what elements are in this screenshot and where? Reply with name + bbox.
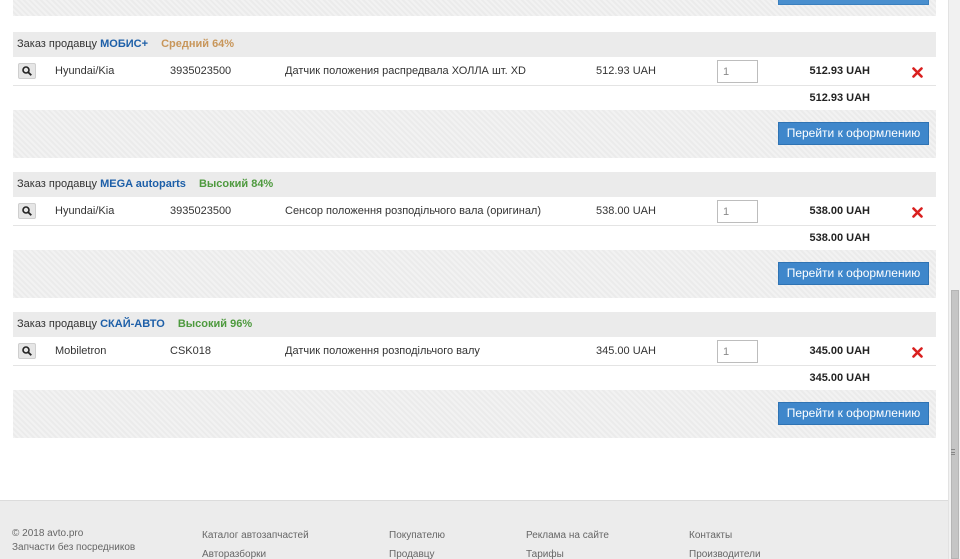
footer-link-contacts[interactable]: Контакты xyxy=(689,530,732,541)
previous-order-footer xyxy=(13,0,936,16)
seller-rating: Высокий 96% xyxy=(177,318,253,330)
item-brand: Hyundai/Kia xyxy=(55,205,115,217)
order-actions: Перейти к оформлению xyxy=(13,390,936,438)
item-brand: Hyundai/Kia xyxy=(55,65,115,77)
order-sum-row: 538.00 UAH xyxy=(13,226,936,250)
quantity-input[interactable] xyxy=(717,340,758,363)
quantity-input[interactable] xyxy=(717,60,758,83)
previous-checkout-button[interactable] xyxy=(778,0,929,5)
table-row: Hyundai/Kia 3935023500 Сенсор положення … xyxy=(13,197,936,226)
order-prefix: Заказ продавцу xyxy=(17,318,98,330)
cart-page: Заказ продавцу МОБИС+ Средний 64% Hyunda… xyxy=(0,0,948,559)
item-description: Сенсор положення розподільчого вала (ори… xyxy=(285,205,542,217)
item-price: 512.93 UAH xyxy=(596,65,656,77)
checkout-button[interactable]: Перейти к оформлению xyxy=(778,262,929,285)
seller-rating: Высокий 84% xyxy=(198,178,274,190)
order-actions: Перейти к оформлению xyxy=(13,110,936,158)
search-button[interactable] xyxy=(18,343,36,359)
search-button[interactable] xyxy=(18,63,36,79)
item-brand: Mobiletron xyxy=(55,345,107,357)
search-icon xyxy=(22,346,32,356)
item-description: Датчик положения распредвала ХОЛЛА шт. X… xyxy=(285,65,526,77)
remove-icon xyxy=(911,66,923,78)
footer-link-buyer[interactable]: Покупателю xyxy=(389,530,445,541)
order-sum-row: 345.00 UAH xyxy=(13,366,936,390)
order-prefix: Заказ продавцу xyxy=(17,38,98,50)
seller-link[interactable]: MEGA autoparts xyxy=(100,178,186,190)
order-sum: 512.93 UAH xyxy=(809,92,870,104)
vertical-scrollbar[interactable] xyxy=(948,0,960,559)
search-button[interactable] xyxy=(18,203,36,219)
footer-link-tariffs[interactable]: Тарифы xyxy=(526,549,564,559)
checkout-button[interactable]: Перейти к оформлению xyxy=(778,122,929,145)
site-footer: © 2018 avto.pro Запчасти без посредников… xyxy=(0,500,948,559)
item-total: 345.00 UAH xyxy=(809,345,870,357)
item-total: 538.00 UAH xyxy=(809,205,870,217)
order-sum: 538.00 UAH xyxy=(809,232,870,244)
seller-link[interactable]: СКАЙ-АВТО xyxy=(100,318,165,330)
scrollbar-thumb[interactable] xyxy=(951,290,959,559)
order-header: Заказ продавцу МОБИС+ Средний 64% xyxy=(13,32,936,57)
checkout-button[interactable]: Перейти к оформлению xyxy=(778,402,929,425)
footer-copyright: © 2018 avto.pro xyxy=(12,528,84,539)
footer-link-catalog[interactable]: Каталог автозапчастей xyxy=(202,530,309,541)
footer-link-seller[interactable]: Продавцу xyxy=(389,549,435,559)
remove-button[interactable] xyxy=(910,205,924,219)
scrollbar-grip-icon xyxy=(951,449,955,455)
order-prefix: Заказ продавцу xyxy=(17,178,98,190)
order-actions: Перейти к оформлению xyxy=(13,250,936,298)
table-row: Hyundai/Kia 3935023500 Датчик положения … xyxy=(13,57,936,86)
item-price: 345.00 UAH xyxy=(596,345,656,357)
item-description: Датчик положення розподільчого валу xyxy=(285,345,480,357)
order-block: Заказ продавцу СКАЙ-АВТО Высокий 96% Mob… xyxy=(13,312,936,438)
item-code: 3935023500 xyxy=(170,65,232,77)
search-icon xyxy=(22,66,32,76)
remove-icon xyxy=(911,346,923,358)
item-code: CSK018 xyxy=(170,345,211,357)
footer-link-advertising[interactable]: Реклама на сайте xyxy=(526,530,609,541)
search-icon xyxy=(22,206,32,216)
order-block: Заказ продавцу МОБИС+ Средний 64% Hyunda… xyxy=(13,32,936,158)
remove-button[interactable] xyxy=(910,345,924,359)
item-code: 3935023500 xyxy=(170,205,232,217)
remove-button[interactable] xyxy=(910,65,924,79)
remove-icon xyxy=(911,206,923,218)
footer-link-dismantlers[interactable]: Авторазборки xyxy=(202,549,266,559)
seller-rating: Средний 64% xyxy=(161,38,235,50)
footer-tagline: Запчасти без посредников xyxy=(12,542,136,553)
quantity-input[interactable] xyxy=(717,200,758,223)
footer-link-manufacturers[interactable]: Производители xyxy=(689,549,761,559)
seller-link[interactable]: МОБИС+ xyxy=(100,38,148,50)
table-row: Mobiletron CSK018 Датчик положення розпо… xyxy=(13,337,936,366)
item-total: 512.93 UAH xyxy=(809,65,870,77)
order-block: Заказ продавцу MEGA autoparts Высокий 84… xyxy=(13,172,936,298)
order-header: Заказ продавцу MEGA autoparts Высокий 84… xyxy=(13,172,936,197)
order-sum-row: 512.93 UAH xyxy=(13,86,936,110)
order-sum: 345.00 UAH xyxy=(809,372,870,384)
item-price: 538.00 UAH xyxy=(596,205,656,217)
order-header: Заказ продавцу СКАЙ-АВТО Высокий 96% xyxy=(13,312,936,337)
